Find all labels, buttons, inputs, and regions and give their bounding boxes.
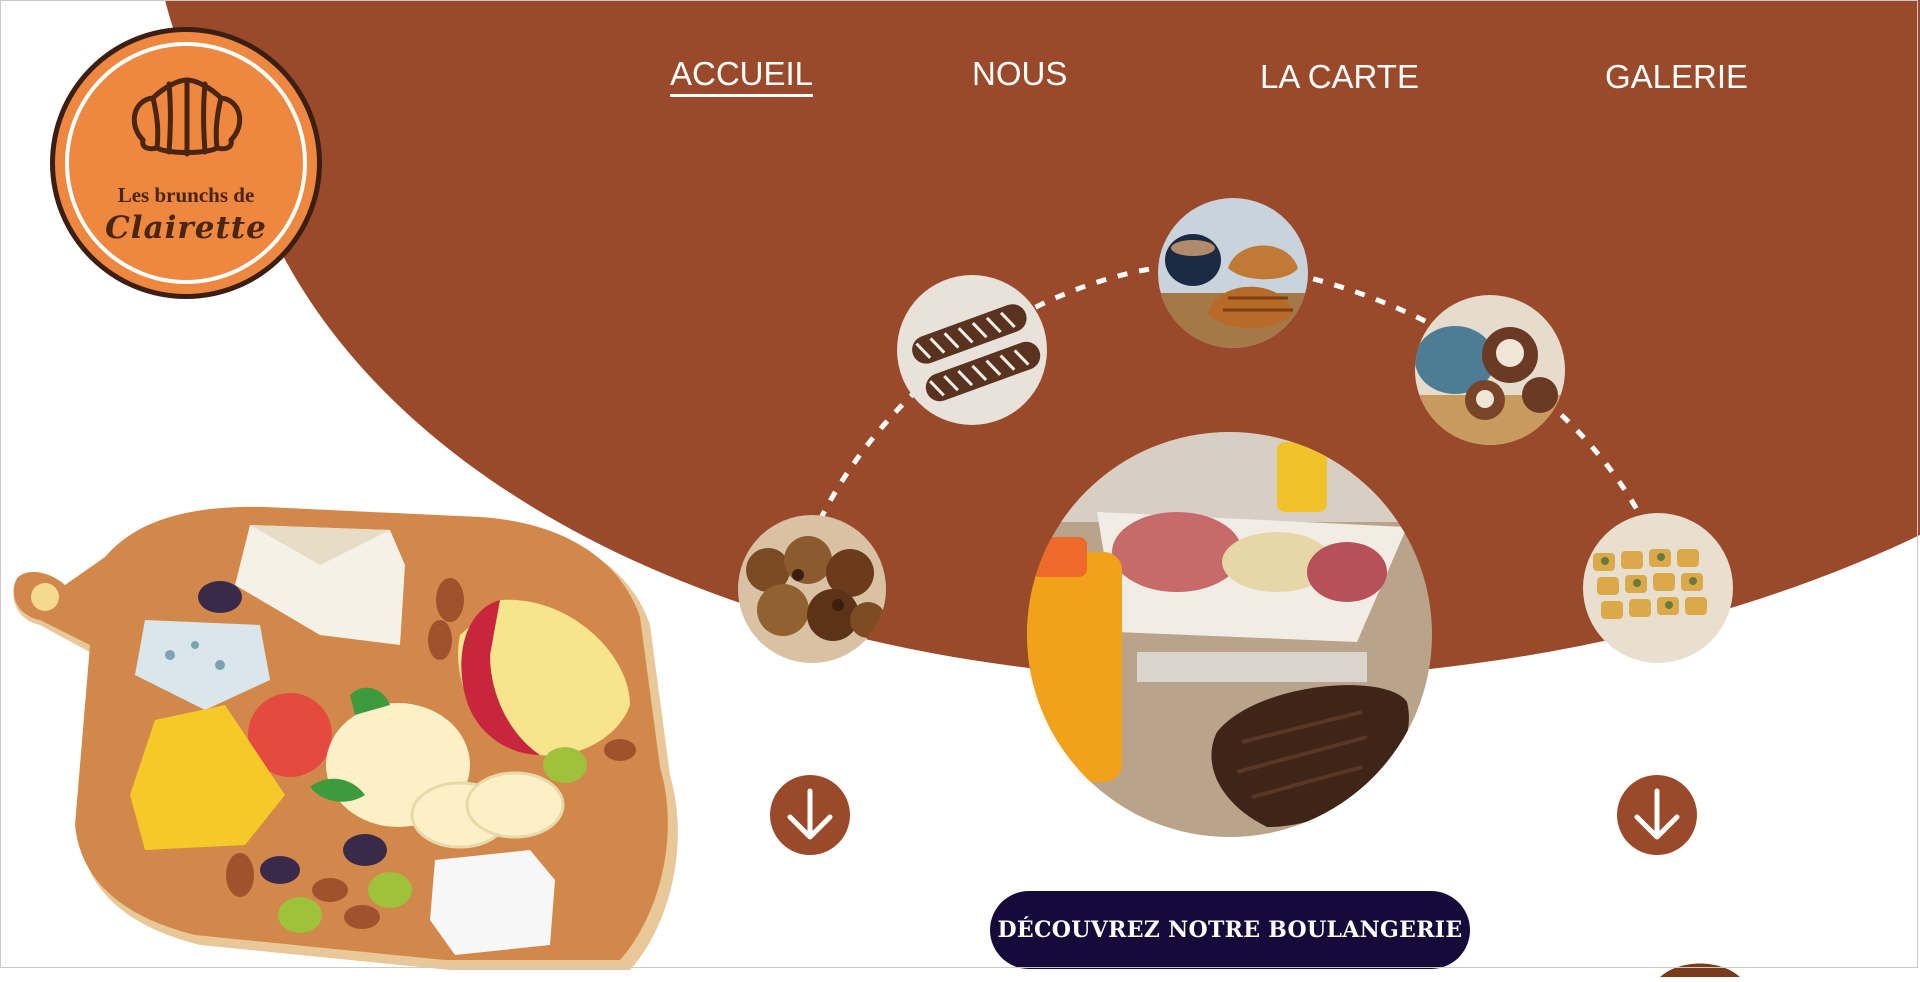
discover-bakery-button[interactable]: DÉCOUVREZ NOTRE BOULANGERIE xyxy=(990,891,1470,969)
scroll-down-button-right[interactable] xyxy=(1617,775,1697,855)
arrow-down-icon xyxy=(787,788,833,840)
arrow-down-icon xyxy=(1634,788,1680,840)
nav-link-nous[interactable]: NOUS xyxy=(972,55,1067,93)
brunch-plate-photo[interactable] xyxy=(1027,432,1432,837)
cookies-photo[interactable] xyxy=(738,515,886,663)
eclairs-photo[interactable] xyxy=(897,275,1047,425)
main-nav: ACCUEIL NOUS LA CARTE GALERIE xyxy=(0,50,1920,110)
cheese-board-illustration xyxy=(13,506,678,970)
nav-link-la-carte[interactable]: LA CARTE xyxy=(1260,58,1419,96)
logo-text-line2: Clairette xyxy=(105,210,267,246)
nav-link-accueil[interactable]: ACCUEIL xyxy=(670,55,814,97)
cinnamon-rolls-photo[interactable] xyxy=(1415,295,1565,445)
decorative-shape xyxy=(1660,957,1740,977)
quiche-bites-photo[interactable] xyxy=(1583,513,1733,663)
croissants-coffee-photo[interactable] xyxy=(1158,198,1308,348)
scroll-down-button[interactable] xyxy=(770,775,850,855)
logo-text-line1: Les brunchs de xyxy=(117,183,255,207)
nav-link-galerie[interactable]: GALERIE xyxy=(1605,58,1748,96)
